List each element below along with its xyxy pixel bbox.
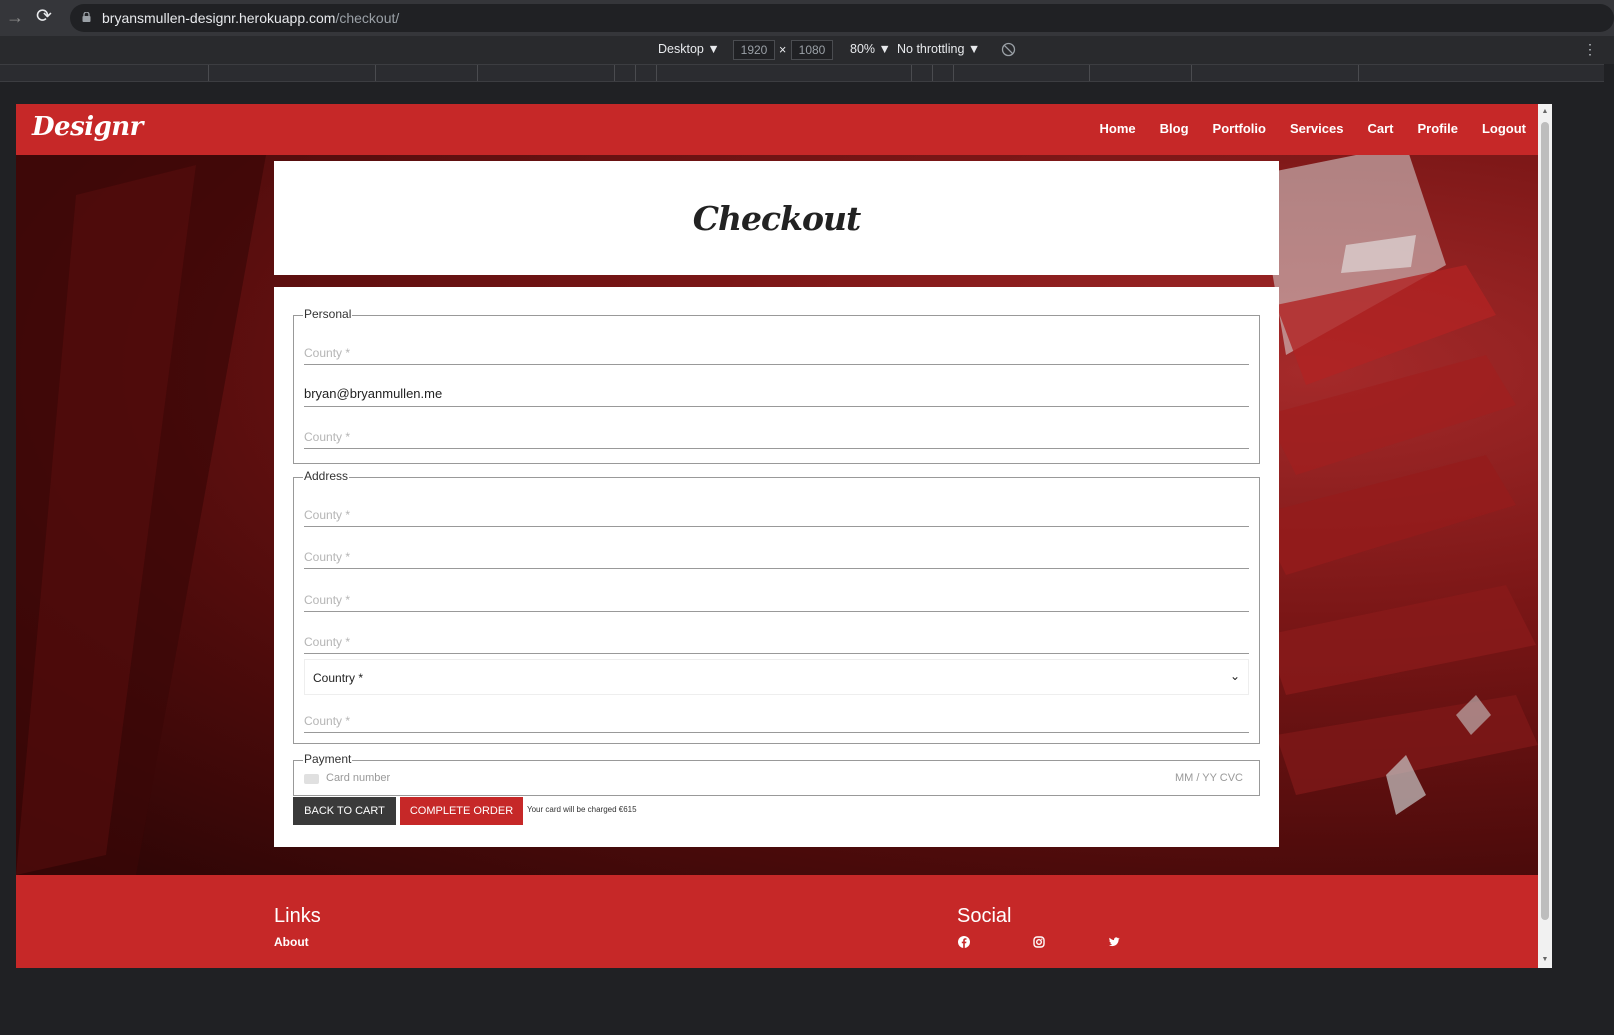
email-value: bryan@bryanmullen.me: [304, 386, 443, 401]
footer-about-link[interactable]: About: [274, 935, 309, 949]
card-number-placeholder: Card number: [326, 772, 391, 784]
nav-home[interactable]: Home: [1100, 121, 1136, 136]
facebook-icon[interactable]: [958, 936, 970, 948]
rotate-icon[interactable]: [1001, 42, 1016, 57]
address-field-2[interactable]: County *: [304, 526, 1249, 569]
more-options-icon[interactable]: ⋮: [1583, 42, 1597, 56]
lock-icon: [82, 12, 91, 22]
charge-note: Your card will be charged €615: [527, 805, 637, 814]
field-placeholder: County *: [304, 430, 351, 444]
media-query-ruler: [0, 64, 1604, 82]
field-placeholder: County *: [304, 550, 351, 564]
site-navbar: Designr Home Blog Portfolio Services Car…: [16, 104, 1538, 155]
page-scrollbar[interactable]: ▲ ▼: [1538, 104, 1552, 968]
throttling-select[interactable]: No throttling ▼: [897, 42, 980, 56]
nav-services[interactable]: Services: [1290, 121, 1344, 136]
address-field-5[interactable]: County *: [304, 690, 1249, 733]
complete-order-button[interactable]: COMPLETE ORDER: [400, 797, 523, 825]
field-placeholder: County *: [304, 346, 351, 360]
dimension-separator: ×: [779, 43, 787, 57]
chevron-down-icon: ⌄: [1229, 669, 1240, 683]
email-field[interactable]: bryan@bryanmullen.me: [304, 364, 1249, 407]
payment-fieldset: Payment Card number MM / YY CVC: [293, 753, 1260, 796]
reload-icon[interactable]: ⟳: [36, 7, 56, 27]
checkout-form: Personal County * bryan@bryanmullen.me C…: [274, 287, 1279, 847]
checkout-title-card: Checkout: [274, 161, 1279, 275]
field-placeholder: County *: [304, 593, 351, 607]
field-placeholder: County *: [304, 714, 351, 728]
card-expiry-cvc-placeholder: MM / YY CVC: [1174, 772, 1243, 784]
instagram-icon[interactable]: [1033, 936, 1045, 948]
country-select-value: Country *: [313, 671, 364, 685]
address-field-4[interactable]: County *: [304, 611, 1249, 654]
scroll-down-icon[interactable]: ▼: [1541, 956, 1549, 964]
nav-logout[interactable]: Logout: [1482, 121, 1526, 136]
address-field-1[interactable]: County *: [304, 484, 1249, 527]
device-toolbar: Desktop ▼ 1920 × 1080 80% ▼ No throttlin…: [0, 36, 1614, 64]
personal-field-1[interactable]: County *: [304, 322, 1249, 365]
device-select[interactable]: Desktop ▼: [658, 42, 720, 56]
nav-cart[interactable]: Cart: [1367, 121, 1393, 136]
viewport-width-input[interactable]: 1920: [733, 40, 775, 60]
nav-portfolio[interactable]: Portfolio: [1213, 121, 1266, 136]
twitter-icon[interactable]: [1108, 936, 1120, 948]
footer-links-heading: Links: [274, 905, 321, 927]
personal-fieldset: Personal County * bryan@bryanmullen.me C…: [293, 308, 1260, 464]
browser-toolbar: → ⟳ bryansmullen-designr.herokuapp.com/c…: [0, 0, 1614, 36]
footer-social-heading: Social: [957, 905, 1012, 927]
site-footer: Links About Social: [16, 875, 1538, 968]
credit-card-icon: [304, 774, 319, 784]
address-field-3[interactable]: County *: [304, 569, 1249, 612]
forward-icon[interactable]: →: [6, 8, 24, 26]
field-placeholder: County *: [304, 508, 351, 522]
address-bar[interactable]: bryansmullen-designr.herokuapp.com/check…: [70, 4, 1614, 32]
personal-legend: Personal: [303, 307, 353, 321]
zoom-select[interactable]: 80% ▼: [850, 42, 891, 56]
nav-profile[interactable]: Profile: [1417, 121, 1457, 136]
nav-blog[interactable]: Blog: [1160, 121, 1189, 136]
url-text: bryansmullen-designr.herokuapp.com/check…: [102, 10, 400, 26]
viewport-height-input[interactable]: 1080: [791, 40, 833, 60]
scrollbar-thumb[interactable]: [1541, 122, 1549, 920]
back-to-cart-button[interactable]: BACK TO CART: [293, 797, 396, 825]
scroll-up-icon[interactable]: ▲: [1541, 108, 1549, 116]
site-logo[interactable]: Designr: [32, 112, 143, 142]
card-input[interactable]: Card number MM / YY CVC: [294, 761, 1259, 795]
page-title: Checkout: [692, 199, 861, 238]
nav-links: Home Blog Portfolio Services Cart Profil…: [1100, 121, 1526, 136]
field-placeholder: County *: [304, 635, 351, 649]
address-legend: Address: [303, 469, 350, 483]
personal-field-3[interactable]: County *: [304, 406, 1249, 449]
address-fieldset: Address County * County * County * Count…: [293, 470, 1260, 744]
